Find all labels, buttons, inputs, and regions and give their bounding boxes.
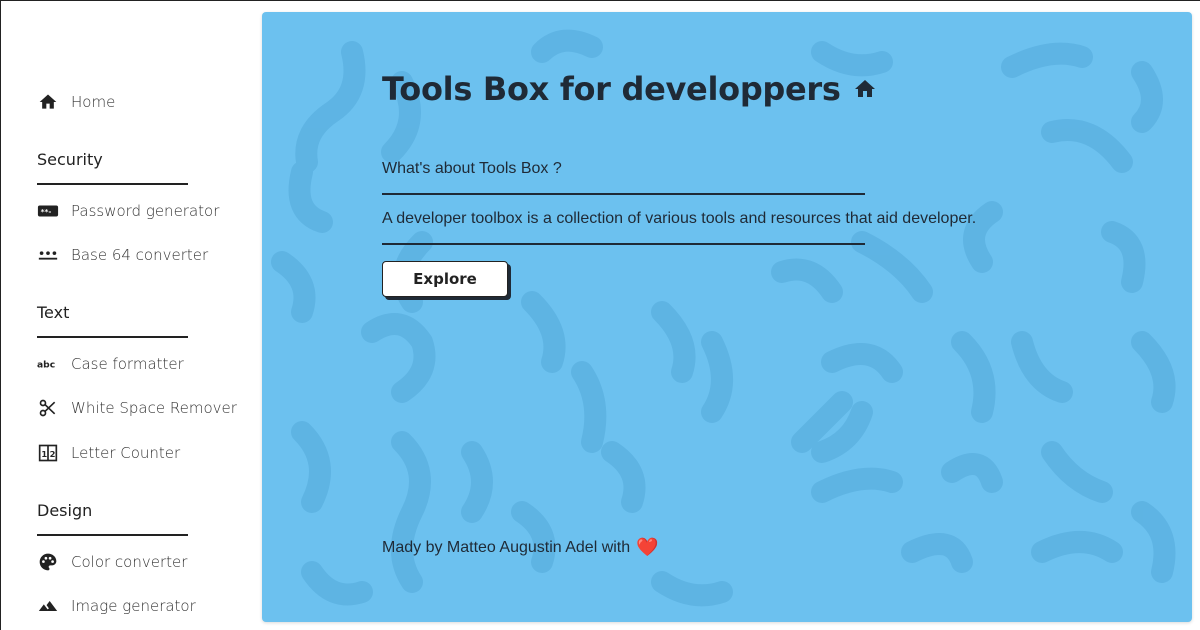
svg-text:**-: **- [41,207,52,216]
footer-credit: Mady by Matteo Augustin Adel with ❤️ [382,537,659,558]
sidebar-item-case-formatter[interactable]: abc Case formatter [37,352,184,376]
sidebar-item-label: Home [71,93,116,111]
section-divider [37,336,188,338]
counter-icon: 12 [37,442,59,464]
svg-text:1: 1 [41,449,47,459]
sidebar-item-white-space-remover[interactable]: White Space Remover [37,396,237,420]
explore-button[interactable]: Explore [382,261,508,297]
section-title-security: Security [37,150,103,169]
sidebar-item-label: White Space Remover [71,399,237,417]
home-icon [37,91,59,113]
divider [382,193,865,195]
dots-icon [37,244,59,266]
sidebar-item-home[interactable]: Home [37,90,115,114]
page-title: Tools Box for developpers [382,70,877,108]
app-window: Home Security **- Password generator Bas… [0,0,1200,630]
description-text: A developer toolbox is a collection of v… [382,210,977,227]
sidebar-item-label: Case formatter [71,355,184,373]
section-title-text: Text [37,303,70,322]
divider [382,243,865,245]
abc-icon: abc [37,353,59,375]
sidebar-item-label: Color converter [71,553,188,571]
home-icon [853,77,877,101]
sidebar-item-label: Base 64 converter [71,246,209,264]
footer-text: Mady by Matteo Augustin Adel with [382,538,631,556]
main-panel: Tools Box for developpers What's about T… [262,12,1192,622]
sidebar: Home Security **- Password generator Bas… [1,1,259,630]
sidebar-item-letter-counter[interactable]: 12 Letter Counter [37,441,180,465]
sidebar-item-label: Password generator [71,202,220,220]
svg-text:abc: abc [37,360,55,371]
image-icon [37,595,59,617]
password-icon: **- [37,200,59,222]
section-divider [37,534,188,536]
palette-icon [37,551,59,573]
sidebar-item-image-generator[interactable]: Image generator [37,594,196,618]
sidebar-item-color-converter[interactable]: Color converter [37,550,187,574]
heart-icon: ❤️ [636,537,659,557]
svg-text:2: 2 [50,449,56,459]
scissors-icon [37,397,59,419]
about-heading: What's about Tools Box ? [382,160,562,177]
sidebar-item-base64-converter[interactable]: Base 64 converter [37,243,208,267]
section-title-design: Design [37,501,93,520]
sidebar-item-label: Image generator [71,597,196,615]
main-content: Tools Box for developpers What's about T… [382,12,1162,622]
sidebar-item-label: Letter Counter [71,444,181,462]
page-title-text: Tools Box for developpers [382,70,841,108]
sidebar-item-password-generator[interactable]: **- Password generator [37,199,219,223]
section-divider [37,183,188,185]
